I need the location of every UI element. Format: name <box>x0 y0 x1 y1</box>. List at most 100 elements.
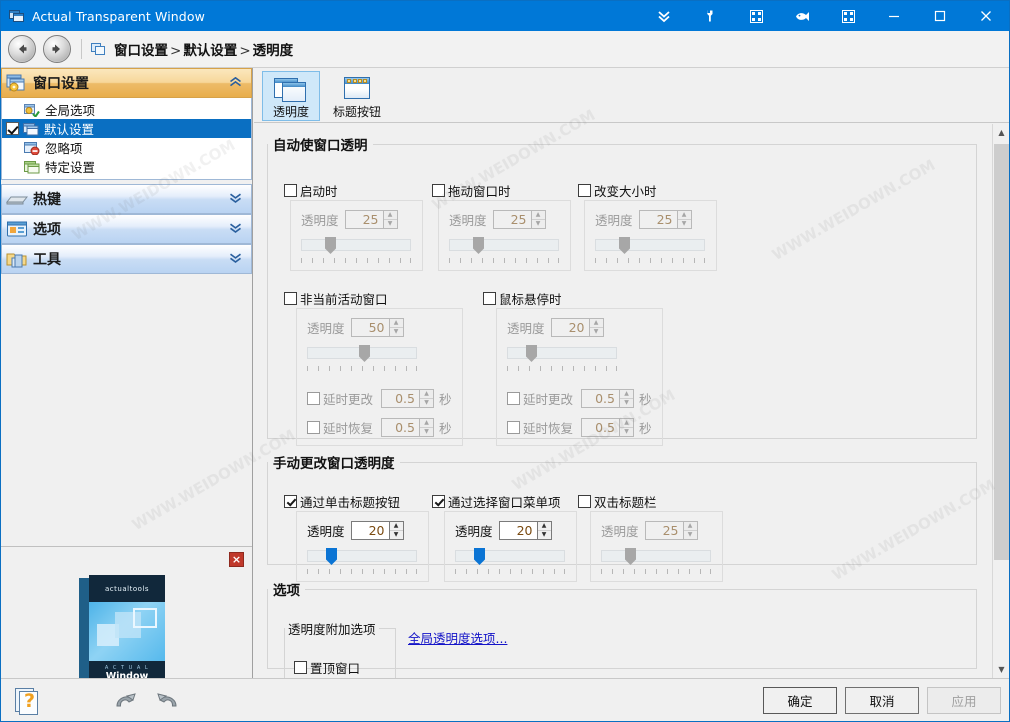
transparency-value[interactable]: 25 <box>639 210 677 229</box>
tab-title-buttons[interactable]: 标题按钮 <box>328 71 386 121</box>
slider-thumb[interactable] <box>526 345 537 362</box>
spinner-buttons[interactable]: ▲▼ <box>619 389 634 408</box>
delay-change-value[interactable]: 0.5 <box>581 389 619 408</box>
transparency-value[interactable]: 25 <box>345 210 383 229</box>
chevron-double-down-icon[interactable] <box>229 223 242 235</box>
checkbox-on-resize[interactable]: 改变大小时 <box>578 181 657 200</box>
spinner-down-icon[interactable]: ▼ <box>678 220 691 228</box>
checkbox-inactive-window[interactable]: 非当前活动窗口 <box>284 289 388 308</box>
spinner-up-icon[interactable]: ▲ <box>684 522 697 531</box>
transparency-value[interactable]: 25 <box>645 521 683 540</box>
delay-restore-spinner[interactable]: 0.5 ▲▼ <box>581 418 634 437</box>
checkbox-delay-change[interactable]: 延时更改 <box>507 389 581 408</box>
checkbox-box[interactable] <box>284 495 297 508</box>
spinner-down-icon[interactable]: ▼ <box>384 220 397 228</box>
checkbox-click-title-button[interactable]: 通过单击标题按钮 <box>284 492 400 511</box>
checkbox-box[interactable] <box>578 495 591 508</box>
delay-restore-value[interactable]: 0.5 <box>381 418 419 437</box>
maximize-icon[interactable] <box>917 1 963 31</box>
vertical-scrollbar[interactable]: ▲ ▼ <box>992 124 1009 678</box>
spinner-buttons[interactable]: ▲▼ <box>383 210 398 229</box>
transparency-spinner[interactable]: 25 ▲▼ <box>493 210 546 229</box>
breadcrumb-item-0[interactable]: 窗口设置 <box>114 43 168 59</box>
slider-thumb[interactable] <box>359 345 370 362</box>
spinner-down-icon[interactable]: ▼ <box>620 428 633 436</box>
sidebar-item-default-settings[interactable]: 默认设置 <box>2 119 251 138</box>
slider-thumb[interactable] <box>473 237 484 254</box>
spinner-down-icon[interactable]: ▼ <box>538 531 551 539</box>
spinner-buttons[interactable]: ▲▼ <box>389 318 404 337</box>
spinner-down-icon[interactable]: ▼ <box>420 399 433 407</box>
sidebar-group-tools[interactable]: 工具 <box>1 244 252 274</box>
promo-close-button[interactable]: × <box>229 552 244 567</box>
slider-thumb[interactable] <box>619 237 630 254</box>
sidebar-item-ignored[interactable]: 忽略项 <box>2 138 251 157</box>
global-transparency-options-link[interactable]: 全局透明度选项... <box>408 628 507 647</box>
slider-thumb[interactable] <box>325 237 336 254</box>
spinner-up-icon[interactable]: ▲ <box>390 319 403 328</box>
sidebar-item-global-options[interactable]: 全局选项 <box>2 100 251 119</box>
sidebar-group-window-settings[interactable]: 窗口设置 <box>1 68 252 98</box>
transparency-value[interactable]: 20 <box>551 318 589 337</box>
checkbox-delay-restore[interactable]: 延时恢复 <box>307 418 381 437</box>
spinner-buttons[interactable]: ▲▼ <box>589 318 604 337</box>
transparency-slider[interactable] <box>507 345 617 361</box>
chevron-double-down-icon[interactable] <box>641 1 687 31</box>
transparency-value[interactable]: 20 <box>351 521 389 540</box>
transparency-slider[interactable] <box>595 237 705 253</box>
transparency-slider[interactable] <box>307 345 417 361</box>
redo-icon[interactable] <box>156 690 180 712</box>
spinner-down-icon[interactable]: ▼ <box>590 328 603 336</box>
checkbox-box[interactable] <box>507 392 520 405</box>
checkbox-box[interactable] <box>294 661 307 674</box>
slider-thumb[interactable] <box>474 548 485 565</box>
spinner-up-icon[interactable]: ▲ <box>678 211 691 220</box>
spinner-down-icon[interactable]: ▼ <box>390 328 403 336</box>
spinner-up-icon[interactable]: ▲ <box>420 390 433 399</box>
checkbox-always-on-top[interactable]: 置顶窗口 <box>294 658 360 677</box>
sidebar-group-options[interactable]: 选项 <box>1 214 252 244</box>
transparency-value[interactable]: 20 <box>499 521 537 540</box>
transparency-slider[interactable] <box>455 548 565 564</box>
checkbox-box[interactable] <box>307 392 320 405</box>
transparency-slider[interactable] <box>601 548 711 564</box>
delay-change-spinner[interactable]: 0.5 ▲▼ <box>581 389 634 408</box>
transparency-value[interactable]: 50 <box>351 318 389 337</box>
spinner-down-icon[interactable]: ▼ <box>420 428 433 436</box>
minimize-icon[interactable] <box>871 1 917 31</box>
transparency-spinner[interactable]: 20 ▲▼ <box>499 521 552 540</box>
checkbox-box[interactable] <box>507 421 520 434</box>
spinner-buttons[interactable]: ▲▼ <box>683 521 698 540</box>
fish-icon[interactable] <box>779 1 825 31</box>
spinner-buttons[interactable]: ▲▼ <box>531 210 546 229</box>
sidebar-group-hotkeys[interactable]: 热键 <box>1 184 252 214</box>
spinner-buttons[interactable]: ▲▼ <box>389 521 404 540</box>
breadcrumb-item-2[interactable]: 透明度 <box>253 43 294 59</box>
delay-restore-value[interactable]: 0.5 <box>581 418 619 437</box>
spinner-up-icon[interactable]: ▲ <box>532 211 545 220</box>
sidebar-item-checkbox[interactable] <box>6 122 19 135</box>
transparency-spinner[interactable]: 20 ▲▼ <box>551 318 604 337</box>
grid-icon-2[interactable] <box>825 1 871 31</box>
checkbox-window-menu-item[interactable]: 通过选择窗口菜单项 <box>432 492 561 511</box>
ok-button[interactable]: 确定 <box>763 687 837 714</box>
transparency-spinner[interactable]: 25 ▲▼ <box>645 521 698 540</box>
transparency-spinner[interactable]: 25 ▲▼ <box>345 210 398 229</box>
spinner-up-icon[interactable]: ▲ <box>420 419 433 428</box>
slider-thumb[interactable] <box>625 548 636 565</box>
checkbox-box[interactable] <box>284 292 297 305</box>
transparency-slider[interactable] <box>301 237 411 253</box>
tab-transparency[interactable]: 透明度 <box>262 71 320 121</box>
transparency-slider[interactable] <box>449 237 559 253</box>
spinner-up-icon[interactable]: ▲ <box>590 319 603 328</box>
checkbox-box[interactable] <box>307 421 320 434</box>
forward-arrow-icon[interactable] <box>43 35 71 63</box>
transparency-slider[interactable] <box>307 548 417 564</box>
chevron-double-down-icon[interactable] <box>229 193 242 205</box>
checkbox-delay-change[interactable]: 延时更改 <box>307 389 381 408</box>
cancel-button[interactable]: 取消 <box>845 687 919 714</box>
delay-restore-spinner[interactable]: 0.5 ▲▼ <box>381 418 434 437</box>
scroll-up-icon[interactable]: ▲ <box>993 124 1010 141</box>
spinner-buttons[interactable]: ▲▼ <box>619 418 634 437</box>
transparency-spinner[interactable]: 25 ▲▼ <box>639 210 692 229</box>
